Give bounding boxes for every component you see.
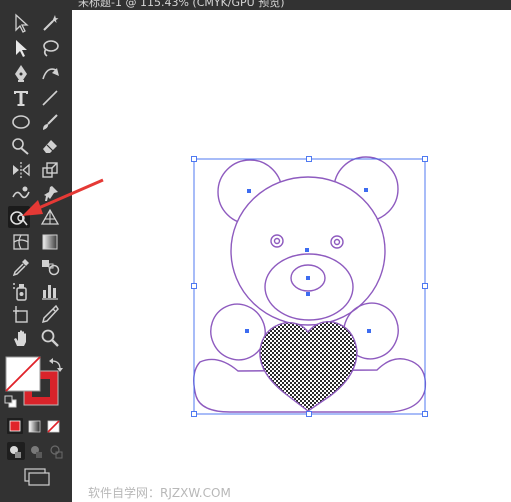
artboard-tool-icon[interactable] — [10, 303, 32, 325]
slice-tool-icon[interactable] — [39, 303, 61, 325]
title-bar: 未标题-1 @ 115.43% (CMYK/GPU 预览) — [72, 0, 511, 10]
column-graph-tool-icon[interactable] — [39, 280, 61, 302]
hand-tool-icon[interactable] — [10, 327, 32, 349]
drawing-modes — [7, 442, 63, 460]
color-mode-buttons — [7, 418, 60, 434]
draw-inside-icon[interactable] — [50, 445, 63, 459]
symbol-sprayer-tool-icon[interactable] — [10, 280, 32, 302]
default-fill-stroke-icon[interactable] — [4, 395, 17, 408]
gradient-mode-button[interactable] — [28, 420, 41, 433]
color-mode-button[interactable] — [9, 420, 21, 432]
screen-mode-icon[interactable] — [0, 466, 72, 488]
teddy-bear-artwork[interactable] — [193, 156, 427, 413]
draw-behind-icon[interactable] — [31, 446, 42, 458]
zoom-tool-icon[interactable] — [39, 327, 61, 349]
eyedropper-tool-icon[interactable] — [10, 256, 32, 278]
watermark-text: 软件自学网：RJZXW.COM — [88, 486, 231, 500]
canvas[interactable] — [72, 10, 511, 480]
annotation-arrow — [22, 178, 104, 216]
fill-stroke-swatches — [4, 356, 63, 408]
blend-tool-icon[interactable] — [39, 256, 61, 278]
swap-fill-stroke-icon[interactable] — [49, 358, 63, 372]
